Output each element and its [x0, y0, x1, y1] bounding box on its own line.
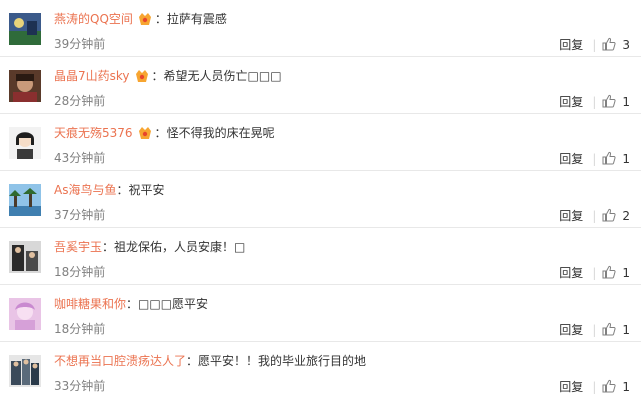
- comment-row: 吾奚宇玉：祖龙保佑，人员安康！□ 18分钟前 回复 | 1: [0, 228, 641, 285]
- comment-time: 43分钟前: [54, 151, 106, 165]
- avatar[interactable]: [9, 127, 41, 159]
- comment-row: 晶晶7山药sky ：希望无人员伤亡□□□ 28分钟前 回复 | 1: [0, 57, 641, 114]
- reply-button[interactable]: 回复: [559, 209, 583, 223]
- divider: |: [592, 95, 597, 109]
- comment-separator: ：: [154, 126, 167, 140]
- reply-button[interactable]: 回复: [559, 38, 583, 52]
- divider: |: [592, 323, 597, 337]
- thumbs-up-icon: [602, 265, 616, 279]
- comment-text: 祝平安: [128, 183, 165, 197]
- comment-separator: ：: [126, 297, 139, 311]
- username-link[interactable]: 吾奚宇玉: [54, 240, 102, 254]
- comment-text: 愿平安！！我的毕业旅行目的地: [198, 354, 367, 368]
- comment-separator: ：: [102, 240, 115, 254]
- like-count: 1: [622, 380, 630, 394]
- comment-time: 28分钟前: [54, 94, 106, 108]
- comment-text: □□□愿平安: [138, 297, 209, 311]
- comment-separator: ：: [186, 354, 199, 368]
- thumbs-up-icon: [602, 94, 616, 108]
- like-button[interactable]: 1: [602, 322, 630, 337]
- comment-time: 18分钟前: [54, 265, 106, 279]
- reply-button[interactable]: 回复: [559, 380, 583, 394]
- divider: |: [592, 209, 597, 223]
- comment-time: 37分钟前: [54, 208, 106, 222]
- comment-text: 希望无人员伤亡□□□: [163, 69, 282, 83]
- like-button[interactable]: 1: [602, 265, 630, 280]
- comment-separator: ：: [116, 183, 129, 197]
- vip-badge-icon: [137, 126, 153, 140]
- like-button[interactable]: 1: [602, 94, 630, 109]
- avatar[interactable]: [9, 184, 41, 216]
- comment-time: 18分钟前: [54, 322, 106, 336]
- thumbs-up-icon: [602, 37, 616, 51]
- comment-time: 39分钟前: [54, 37, 106, 51]
- like-button[interactable]: 3: [602, 37, 630, 52]
- reply-button[interactable]: 回复: [559, 266, 583, 280]
- username-link[interactable]: 燕涛的QQ空间: [54, 12, 133, 26]
- like-count: 1: [622, 266, 630, 280]
- avatar[interactable]: [9, 13, 41, 45]
- thumbs-up-icon: [602, 379, 616, 393]
- like-button[interactable]: 1: [602, 379, 630, 394]
- avatar[interactable]: [9, 298, 41, 330]
- username-link[interactable]: 不想再当口腔溃疡达人了: [54, 354, 186, 368]
- vip-badge-icon: [134, 69, 150, 83]
- vip-badge-icon: [137, 12, 153, 26]
- like-button[interactable]: 2: [602, 208, 630, 223]
- like-count: 3: [622, 38, 630, 52]
- comment-row: As海鸟与鱼：祝平安 37分钟前 回复 | 2: [0, 171, 641, 228]
- like-count: 1: [622, 95, 630, 109]
- comment-separator: ：: [151, 69, 164, 83]
- avatar[interactable]: [9, 241, 41, 273]
- thumbs-up-icon: [602, 151, 616, 165]
- username-link[interactable]: 晶晶7山药sky: [54, 69, 130, 83]
- comment-row: 不想再当口腔溃疡达人了：愿平安！！我的毕业旅行目的地 33分钟前 回复 | 1: [0, 342, 641, 399]
- comment-text: 怪不得我的床在晃呢: [166, 126, 275, 140]
- avatar[interactable]: [9, 70, 41, 102]
- thumbs-up-icon: [602, 322, 616, 336]
- username-link[interactable]: 天痕无殇5376: [54, 126, 133, 140]
- reply-button[interactable]: 回复: [559, 323, 583, 337]
- comment-row: 天痕无殇5376 ：怪不得我的床在晃呢 43分钟前 回复 | 1: [0, 114, 641, 171]
- reply-button[interactable]: 回复: [559, 95, 583, 109]
- comment-row: 燕涛的QQ空间 ：拉萨有震感 39分钟前 回复 | 3: [0, 0, 641, 57]
- thumbs-up-icon: [602, 208, 616, 222]
- comment-list: 燕涛的QQ空间 ：拉萨有震感 39分钟前 回复 | 3 晶晶7山药sky ：希望无人员伤…: [0, 0, 641, 400]
- divider: |: [592, 38, 597, 52]
- like-button[interactable]: 1: [602, 151, 630, 166]
- like-count: 1: [622, 152, 630, 166]
- username-link[interactable]: As海鸟与鱼: [54, 183, 116, 197]
- divider: |: [592, 152, 597, 166]
- like-count: 1: [622, 323, 630, 337]
- comment-text: 拉萨有震感: [166, 12, 227, 26]
- comment-separator: ：: [154, 12, 167, 26]
- comment-time: 33分钟前: [54, 379, 106, 393]
- username-link[interactable]: 咖啡糖果和你: [54, 297, 126, 311]
- comment-text: 祖龙保佑，人员安康！□: [114, 240, 246, 254]
- divider: |: [592, 266, 597, 280]
- like-count: 2: [622, 209, 630, 223]
- avatar[interactable]: [9, 355, 41, 387]
- divider: |: [592, 380, 597, 394]
- reply-button[interactable]: 回复: [559, 152, 583, 166]
- comment-row: 咖啡糖果和你：□□□愿平安 18分钟前 回复 | 1: [0, 285, 641, 342]
